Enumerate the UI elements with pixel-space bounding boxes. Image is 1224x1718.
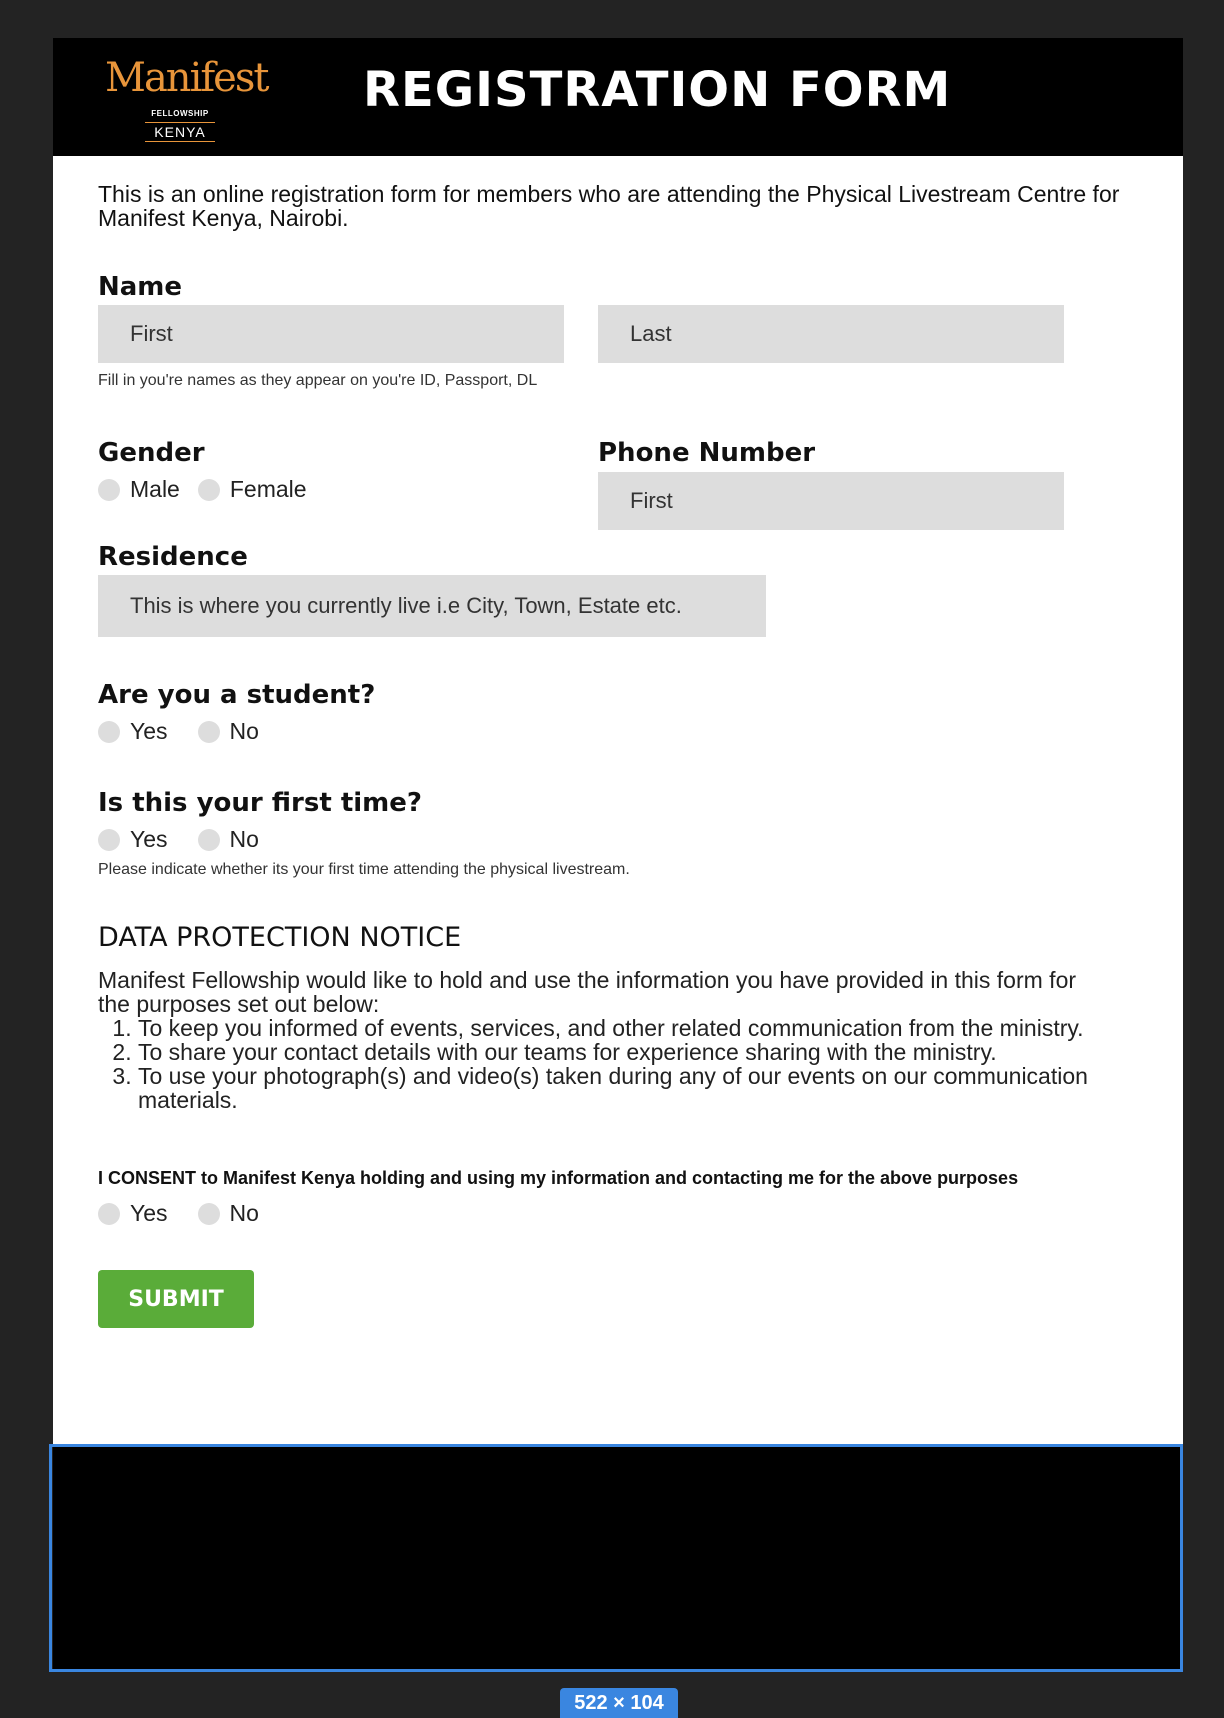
first-name-placeholder: First: [130, 321, 173, 346]
consent-no-option[interactable]: No: [197, 1200, 259, 1227]
radio-circle-icon[interactable]: [98, 1202, 120, 1225]
notice-item: To keep you informed of events, services…: [138, 1016, 1098, 1040]
radio-circle-icon[interactable]: [197, 828, 220, 851]
header-banner: Manifest FELLOWSHIP KENYA REGISTRATION F…: [53, 38, 1183, 156]
radio-circle-icon[interactable]: [98, 828, 120, 851]
first-time-yes-option[interactable]: Yes: [98, 826, 168, 853]
gender-label: Gender: [98, 438, 205, 468]
radio-circle-icon[interactable]: [98, 478, 120, 501]
radio-circle-icon[interactable]: [197, 478, 220, 501]
consent-yes-option[interactable]: Yes: [98, 1200, 168, 1227]
first-time-hint: Please indicate whether its your first t…: [98, 861, 630, 878]
notice-title: DATA PROTECTION NOTICE: [98, 922, 462, 953]
first-time-no-label: No: [229, 826, 259, 852]
gender-male-option[interactable]: Male: [98, 476, 180, 503]
last-name-placeholder: Last: [630, 321, 672, 346]
intro-text: This is an online registration form for …: [98, 181, 1120, 231]
student-yes-label: Yes: [130, 718, 168, 744]
notice-list: To keep you informed of events, services…: [98, 1016, 1098, 1112]
consent-no-label: No: [229, 1200, 259, 1226]
residence-label: Residence: [98, 542, 248, 572]
registration-page: Manifest FELLOWSHIP KENYA REGISTRATION F…: [53, 38, 1183, 1444]
first-time-yes-label: Yes: [130, 826, 168, 852]
notice-body: Manifest Fellowship would like to hold a…: [98, 968, 1098, 1112]
student-label: Are you a student?: [98, 680, 376, 710]
gender-female-label: Female: [229, 476, 307, 502]
gender-female-option[interactable]: Female: [197, 476, 307, 503]
first-time-radio-group: Yes No: [98, 826, 277, 853]
radio-circle-icon[interactable]: [197, 720, 220, 743]
student-radio-group: Yes No: [98, 718, 277, 745]
student-yes-option[interactable]: Yes: [98, 718, 168, 745]
logo-fellowship: FELLOWSHIP: [151, 109, 209, 118]
student-no-option[interactable]: No: [197, 718, 259, 745]
logo-brand: Manifest: [105, 55, 269, 101]
radio-circle-icon[interactable]: [98, 720, 120, 743]
student-no-label: No: [229, 718, 259, 744]
consent-radio-group: Yes No: [98, 1200, 277, 1227]
consent-label: I CONSENT to Manifest Kenya holding and …: [98, 1168, 1019, 1188]
first-time-no-option[interactable]: No: [197, 826, 259, 853]
name-hint: Fill in you're names as they appear on y…: [98, 372, 538, 389]
residence-field[interactable]: This is where you currently live i.e Cit…: [98, 575, 766, 637]
last-name-field[interactable]: Last: [598, 305, 1064, 363]
phone-label: Phone Number: [598, 438, 816, 468]
notice-item: To use your photograph(s) and video(s) t…: [138, 1064, 1098, 1112]
radio-circle-icon[interactable]: [197, 1202, 220, 1225]
logo-country: KENYA: [145, 122, 215, 142]
notice-item: To share your contact details with our t…: [138, 1040, 1098, 1064]
phone-field[interactable]: First: [598, 472, 1064, 530]
phone-placeholder: First: [630, 488, 673, 513]
notice-lead: Manifest Fellowship would like to hold a…: [98, 967, 1077, 1017]
name-label: Name: [98, 272, 183, 302]
consent-yes-label: Yes: [130, 1200, 168, 1226]
gender-radio-group: Male Female: [98, 476, 325, 503]
page-title: REGISTRATION FORM: [363, 62, 952, 118]
manifest-logo: Manifest FELLOWSHIP KENYA: [105, 55, 269, 142]
first-name-field[interactable]: First: [98, 305, 564, 363]
gender-male-label: Male: [130, 476, 180, 502]
submit-button[interactable]: SUBMIT: [98, 1270, 254, 1328]
residence-placeholder: This is where you currently live i.e Cit…: [130, 593, 682, 618]
selection-box[interactable]: [49, 1444, 1183, 1672]
first-time-label: Is this your first time?: [98, 788, 422, 818]
